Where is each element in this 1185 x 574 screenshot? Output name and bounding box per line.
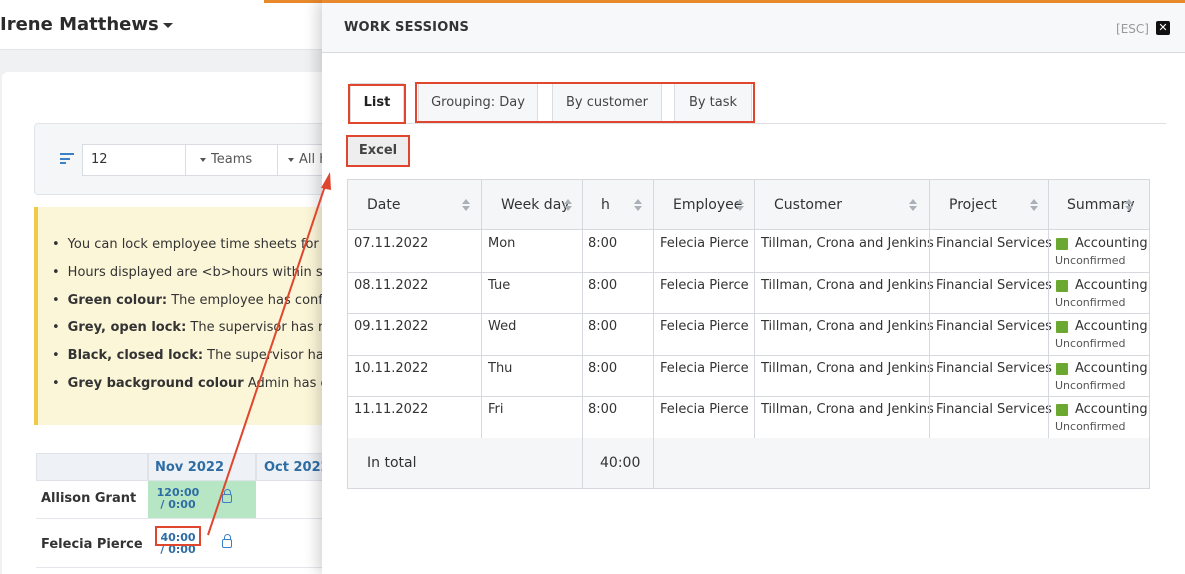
annotation-arrow [207,172,331,536]
app-root: Irene Matthews 12 Teams All h You can lo… [0,0,1185,574]
